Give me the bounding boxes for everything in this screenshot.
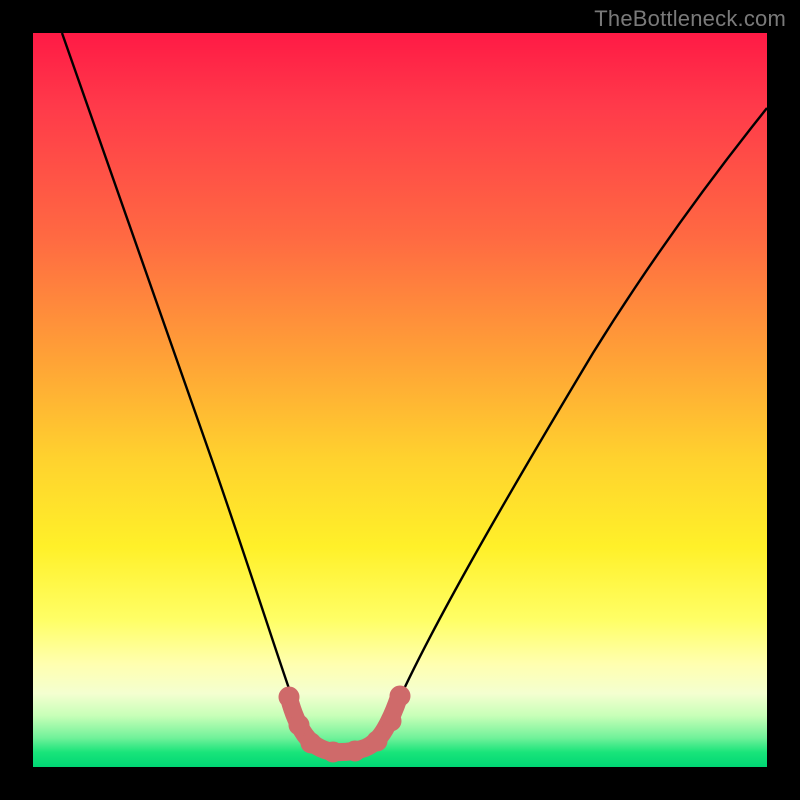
marker-dot	[390, 686, 410, 706]
curve-layer	[33, 33, 767, 767]
plot-area	[33, 33, 767, 767]
marker-dot	[301, 733, 321, 753]
marker-dot	[345, 741, 365, 761]
marker-dot	[279, 687, 299, 707]
marker-dot	[381, 711, 401, 731]
flat-marker-band	[279, 686, 410, 762]
chart-frame: TheBottleneck.com	[0, 0, 800, 800]
marker-dot	[289, 715, 309, 735]
marker-dot	[323, 742, 343, 762]
bottleneck-curve-path	[62, 33, 767, 756]
watermark-text: TheBottleneck.com	[594, 6, 786, 32]
marker-dot	[367, 731, 387, 751]
